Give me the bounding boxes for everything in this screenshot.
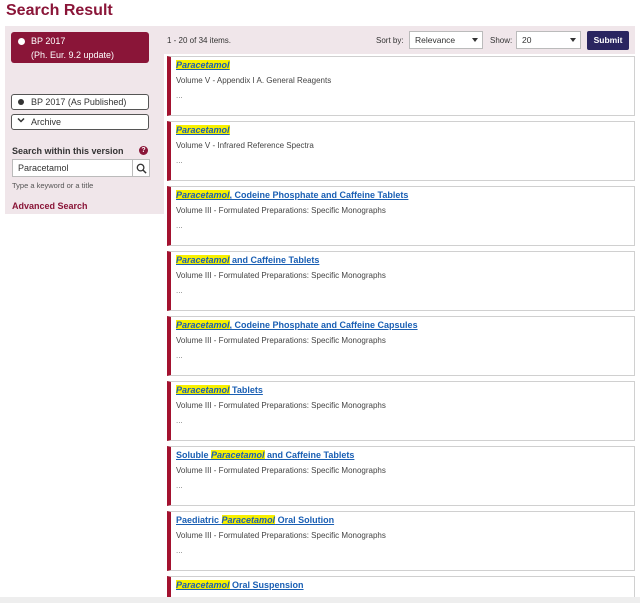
result-ellipsis: ... [176,546,183,555]
result-card: Paediatric Paracetamol Oral Solution Vol… [167,511,635,571]
radio-selected-icon [18,38,25,45]
sort-value: Relevance [415,35,456,45]
result-card: Paracetamol and Caffeine Tablets Volume … [167,251,635,311]
search-button[interactable] [132,159,150,177]
result-title-link[interactable]: Paracetamol, Codeine Phosphate and Caffe… [176,190,408,200]
result-volume: Volume III - Formulated Preparations: Sp… [176,466,386,475]
title-suffix: Oral Suspension [229,580,304,590]
sort-label: Sort by: [376,36,404,45]
result-volume: Volume III - Formulated Preparations: Sp… [176,531,386,540]
result-volume: Volume III - Formulated Preparations: Sp… [176,271,386,280]
title-suffix: , Codeine Phosphate and Caffeine Tablets [229,190,409,200]
title-suffix: , Codeine Phosphate and Caffeine Capsule… [229,320,418,330]
search-within-label: Search within this version [12,146,124,156]
search-hint: Type a keyword or a title [12,181,94,190]
result-title-link[interactable]: Paracetamol Oral Suspension [176,580,304,590]
title-highlight: Paracetamol [176,255,230,265]
caret-down-icon [570,38,576,42]
result-ellipsis: ... [176,91,183,100]
bottom-scroll-strip [0,597,640,603]
version-label-line1: BP 2017 [31,36,66,46]
title-suffix: Tablets [229,385,263,395]
search-within-input[interactable] [12,159,133,177]
title-highlight: Paracetamol [176,385,230,395]
show-label: Show: [490,36,513,45]
help-icon[interactable]: ? [139,146,148,155]
result-card: Paracetamol Volume V - Infrared Referenc… [167,121,635,181]
result-title-link[interactable]: Paracetamol Tablets [176,385,263,395]
result-card: Paracetamol, Codeine Phosphate and Caffe… [167,186,635,246]
title-prefix: Paediatric [176,515,222,525]
result-ellipsis: ... [176,156,183,165]
title-highlight: Paracetamol [176,190,230,200]
result-card: Soluble Paracetamol and Caffeine Tablets… [167,446,635,506]
result-volume: Volume V - Appendix I A. General Reagent… [176,76,332,85]
sort-select[interactable]: Relevance [409,31,483,49]
title-suffix: Oral Solution [275,515,335,525]
result-volume: Volume III - Formulated Preparations: Sp… [176,206,386,215]
title-highlight: Paracetamol [221,515,276,525]
title-highlight: Paracetamol [176,580,230,590]
result-title-link[interactable]: Soluble Paracetamol and Caffeine Tablets [176,450,354,460]
version-label-line2: (Ph. Eur. 9.2 update) [31,50,115,60]
result-card: Paracetamol Volume V - Appendix I A. Gen… [167,56,635,116]
chevron-down-icon [17,116,25,126]
result-ellipsis: ... [176,286,183,295]
title-suffix: and Caffeine Tablets [264,450,355,460]
advanced-search-link[interactable]: Advanced Search [12,201,88,211]
show-value: 20 [522,35,532,45]
result-ellipsis: ... [176,221,183,230]
page-title: Search Result [6,2,113,19]
title-suffix: and Caffeine Tablets [229,255,320,265]
result-ellipsis: ... [176,416,183,425]
caret-down-icon [472,38,478,42]
version-bp2017-published-button[interactable]: BP 2017 (As Published) [11,94,149,110]
result-title-link[interactable]: Paracetamol [176,125,230,135]
title-highlight: Paracetamol [176,125,230,135]
result-volume: Volume V - Infrared Reference Spectra [176,141,314,150]
result-volume: Volume III - Formulated Preparations: Sp… [176,401,386,410]
item-count: 1 - 20 of 34 items. [167,36,232,45]
title-highlight: Paracetamol [176,60,230,70]
submit-button[interactable]: Submit [587,31,629,50]
result-card: Paracetamol, Codeine Phosphate and Caffe… [167,316,635,376]
title-highlight: Paracetamol [176,320,230,330]
result-title-link[interactable]: Paediatric Paracetamol Oral Solution [176,515,334,525]
result-title-link[interactable]: Paracetamol [176,60,230,70]
archive-button[interactable]: Archive [11,114,149,130]
result-ellipsis: ... [176,351,183,360]
result-volume: Volume III - Formulated Preparations: Sp… [176,336,386,345]
archive-label: Archive [31,117,62,127]
show-select[interactable]: 20 [516,31,581,49]
title-highlight: Paracetamol [211,450,265,460]
search-icon [136,163,147,174]
version-label: BP 2017 (As Published) [31,97,127,107]
result-title-link[interactable]: Paracetamol and Caffeine Tablets [176,255,319,265]
title-prefix: Soluble [176,450,212,460]
radio-dot-icon [18,99,24,105]
result-card: Paracetamol Tablets Volume III - Formula… [167,381,635,441]
result-title-link[interactable]: Paracetamol, Codeine Phosphate and Caffe… [176,320,418,330]
result-ellipsis: ... [176,481,183,490]
version-bp2017-update-button[interactable]: BP 2017 (Ph. Eur. 9.2 update) [11,32,149,63]
